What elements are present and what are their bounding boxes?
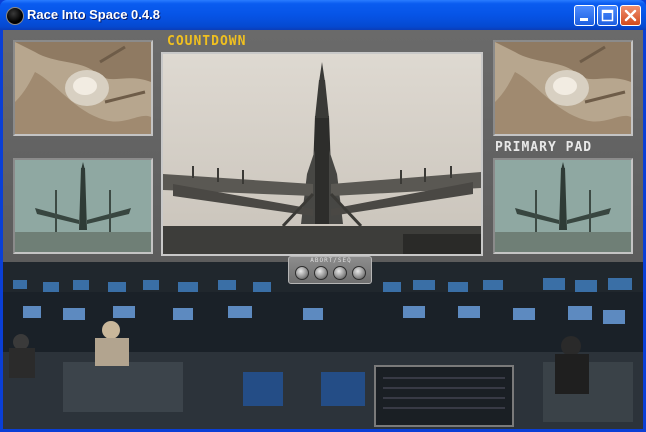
control-knob-4[interactable] xyxy=(352,266,366,280)
rocket-monitor-left xyxy=(13,158,153,254)
minimize-button[interactable] xyxy=(574,5,595,26)
maximize-icon xyxy=(601,9,614,22)
app-window: Race Into Space 0.4.8 COUNTDOWN PRIMARY … xyxy=(0,0,646,432)
countdown-screen xyxy=(161,52,483,256)
game-viewport[interactable]: COUNTDOWN PRIMARY PAD ABORT/SEQ xyxy=(3,30,643,429)
minimize-icon xyxy=(580,18,588,21)
rocket-view-image-right xyxy=(495,160,631,252)
aerial-view-image xyxy=(15,42,151,134)
control-knob-2[interactable] xyxy=(314,266,328,280)
planet-icon[interactable] xyxy=(6,7,24,25)
control-knob-1[interactable] xyxy=(295,266,309,280)
rocket-view-image xyxy=(15,160,151,252)
title-bar[interactable]: Race Into Space 0.4.8 xyxy=(0,0,646,30)
aerial-monitor-left xyxy=(13,40,153,136)
launch-pad-image xyxy=(163,54,481,254)
aerial-monitor-right xyxy=(493,40,633,136)
sequence-control-module[interactable]: ABORT/SEQ xyxy=(288,256,372,284)
close-button[interactable] xyxy=(620,5,641,26)
aerial-view-image-right xyxy=(495,42,631,134)
console-panel: COUNTDOWN PRIMARY PAD xyxy=(3,30,643,262)
control-knob-3[interactable] xyxy=(333,266,347,280)
primary-pad-label: PRIMARY PAD xyxy=(495,140,593,155)
mission-control-room xyxy=(3,262,643,429)
maximize-button[interactable] xyxy=(597,5,618,26)
mission-control-image xyxy=(3,262,643,429)
countdown-label: COUNTDOWN xyxy=(167,34,247,49)
rocket-monitor-right xyxy=(493,158,633,254)
close-icon xyxy=(624,9,637,22)
window-title: Race Into Space 0.4.8 xyxy=(27,7,160,22)
control-module-label: ABORT/SEQ xyxy=(310,257,352,264)
